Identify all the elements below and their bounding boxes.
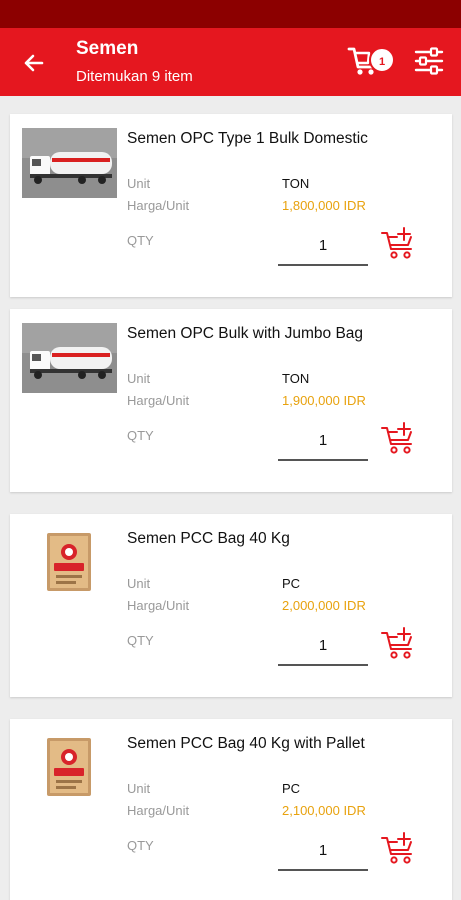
add-to-cart-button[interactable] — [380, 226, 418, 260]
unit-label: Unit — [127, 371, 151, 386]
app-bar: Semen Ditemukan 9 item 1 — [0, 28, 461, 96]
product-name: Semen OPC Bulk with Jumbo Bag — [127, 325, 364, 342]
product-name: Semen PCC Bag 40 Kg with Pallet — [127, 735, 365, 752]
add-to-cart-button[interactable] — [380, 626, 418, 660]
tanker-truck-image — [22, 128, 117, 198]
price-value: 1,800,000 IDR — [282, 198, 366, 213]
qty-label: QTY — [127, 233, 154, 248]
product-card[interactable]: Semen PCC Bag 40 Kg with Pallet Unit PC … — [10, 719, 452, 900]
add-to-cart-button[interactable] — [380, 421, 418, 455]
price-value: 1,900,000 IDR — [282, 393, 366, 408]
price-label: Harga/Unit — [127, 803, 190, 818]
price-label: Harga/Unit — [127, 393, 190, 408]
price-label: Harga/Unit — [127, 598, 190, 613]
qty-input[interactable] — [278, 421, 368, 461]
price-value: 2,100,000 IDR — [282, 803, 366, 818]
product-name: Semen PCC Bag 40 Kg — [127, 530, 290, 547]
back-button[interactable] — [18, 48, 48, 78]
qty-label: QTY — [127, 838, 154, 853]
arrow-left-icon — [24, 54, 44, 72]
cement-bag-image — [22, 528, 117, 598]
product-name: Semen OPC Type 1 Bulk Domestic — [127, 130, 368, 147]
add-to-cart-button[interactable] — [380, 831, 418, 865]
status-bar — [0, 0, 461, 28]
unit-value: PC — [282, 576, 301, 591]
unit-value: TON — [282, 176, 310, 191]
price-value: 2,000,000 IDR — [282, 598, 366, 613]
page-title: Semen — [76, 38, 139, 59]
unit-label: Unit — [127, 576, 151, 591]
product-card[interactable]: Semen OPC Bulk with Jumbo Bag Unit TON H… — [10, 309, 452, 492]
unit-label: Unit — [127, 781, 151, 796]
unit-value: TON — [282, 371, 310, 386]
cart-plus-icon — [381, 422, 412, 454]
qty-label: QTY — [127, 633, 154, 648]
qty-input[interactable] — [278, 226, 368, 266]
unit-value: PC — [282, 781, 301, 796]
sliders-icon — [414, 47, 444, 75]
cart-plus-icon — [381, 227, 412, 259]
qty-label: QTY — [127, 428, 154, 443]
product-card[interactable]: Semen OPC Type 1 Bulk Domestic Unit TON … — [10, 114, 452, 297]
cart-plus-icon — [381, 627, 412, 659]
qty-input[interactable] — [278, 831, 368, 871]
cart-count-badge: 1 — [369, 47, 395, 73]
cart-plus-icon — [381, 832, 412, 864]
filter-button[interactable] — [412, 44, 446, 78]
qty-input[interactable] — [278, 626, 368, 666]
cement-bag-image — [22, 733, 117, 803]
price-label: Harga/Unit — [127, 198, 190, 213]
product-card[interactable]: Semen PCC Bag 40 Kg Unit PC Harga/Unit 2… — [10, 514, 452, 697]
tanker-truck-image — [22, 323, 117, 393]
result-count: Ditemukan 9 item — [76, 68, 193, 85]
unit-label: Unit — [127, 176, 151, 191]
cart-button[interactable]: 1 — [347, 43, 399, 79]
